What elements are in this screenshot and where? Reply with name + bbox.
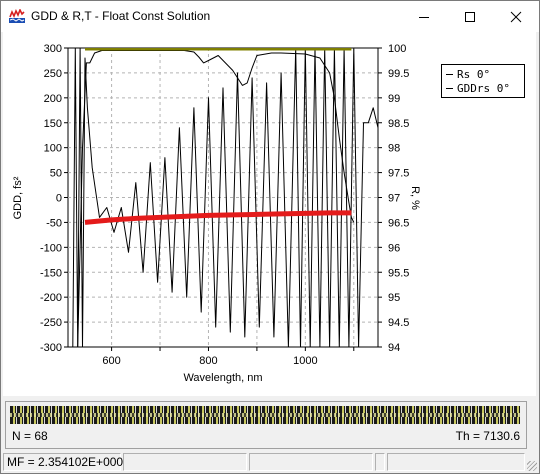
- y-tick-label-left: 200: [44, 93, 62, 105]
- legend-swatch: [446, 73, 453, 75]
- status-cell-2: [123, 453, 247, 471]
- legend-swatch: [446, 87, 453, 89]
- status-cell-5: [387, 453, 525, 471]
- y-tick-label-left: -100: [40, 242, 62, 254]
- y-tick-label-right: 94.5: [388, 317, 409, 329]
- close-button[interactable]: [493, 1, 539, 32]
- left-axis-ticks: 300 250 200 150 100 50 0 -50 -100 -150 -200 -250 -30…: [40, 43, 68, 354]
- app-window: GDD & R,T - Float Const Solution 300 250 2…: [0, 0, 540, 474]
- total-thickness: Th = 7130.6: [455, 429, 520, 443]
- legend-item-gddrs: GDDrs 0°: [446, 81, 510, 95]
- chart-legend: Rs 0° GDDrs 0°: [441, 64, 525, 98]
- maximize-button[interactable]: [447, 1, 493, 32]
- x-tick-label: 1000: [293, 355, 317, 367]
- y-tick-label-left: 250: [44, 68, 62, 80]
- x-tick-label: 800: [199, 355, 217, 367]
- right-axis-label: R, %: [409, 186, 421, 210]
- layer-structure-bar[interactable]: [10, 406, 520, 424]
- layer-count: N = 68: [12, 429, 48, 443]
- minimize-icon: [419, 16, 429, 18]
- y-tick-label-right: 95: [388, 292, 400, 304]
- y-tick-label-left: -250: [40, 317, 62, 329]
- y-tick-label-right: 98.5: [388, 118, 409, 130]
- maximize-icon: [465, 11, 475, 22]
- merit-function-value: MF = 2.354102E+000: [7, 455, 124, 469]
- y-tick-label-left: -50: [46, 217, 62, 229]
- left-axis-label: GDD, fs²: [12, 176, 24, 219]
- x-axis-label: Wavelength, nm: [183, 372, 262, 384]
- minimize-button[interactable]: [401, 1, 447, 32]
- y-tick-label-right: 96: [388, 242, 400, 254]
- y-tick-label-right: 99: [388, 93, 400, 105]
- y-tick-label-right: 97.5: [388, 168, 409, 180]
- y-tick-label-left: 100: [44, 143, 62, 155]
- layer-structure-panel: N = 68 Th = 7130.6: [5, 401, 527, 449]
- app-logo-icon: [9, 9, 25, 23]
- y-tick-label-right: 95.5: [388, 267, 409, 279]
- close-icon: [510, 11, 522, 22]
- title-bar: GDD & R,T - Float Const Solution: [1, 1, 539, 32]
- y-tick-label-right: 100: [388, 43, 406, 55]
- window-title: GDD & R,T - Float Const Solution: [31, 9, 211, 23]
- status-cell-4: [375, 453, 385, 471]
- status-bar: MF = 2.354102E+000: [1, 452, 539, 473]
- right-axis-ticks: 100 99.5 99 98.5 98 97.5 97 96.5 96 95.5 95 94.5 94: [378, 43, 409, 354]
- y-tick-label-left: 300: [44, 43, 62, 55]
- status-cell-mf: MF = 2.354102E+000: [3, 453, 124, 471]
- y-tick-label-right: 98: [388, 143, 400, 155]
- y-tick-label-right: 96.5: [388, 217, 409, 229]
- y-tick-label-right: 99.5: [388, 68, 409, 80]
- x-axis-ticks: 600 800 1000: [102, 347, 355, 367]
- y-tick-label-left: -200: [40, 292, 62, 304]
- y-tick-label-left: -150: [40, 267, 62, 279]
- x-tick-label: 600: [102, 355, 120, 367]
- legend-label: Rs 0°: [457, 67, 491, 81]
- status-cell-3: [249, 453, 373, 471]
- legend-item-rs: Rs 0°: [446, 67, 490, 81]
- y-tick-label-left: -300: [40, 342, 62, 354]
- y-tick-label-right: 94: [388, 342, 400, 354]
- y-tick-label-right: 97: [388, 193, 400, 205]
- y-tick-label-left: 50: [50, 168, 62, 180]
- legend-label: GDDrs 0°: [457, 81, 510, 95]
- y-tick-label-left: 150: [44, 118, 62, 130]
- y-tick-label-left: 0: [56, 193, 62, 205]
- chart-panel[interactable]: 300 250 200 150 100 50 0 -50 -100 -150 -200 -250 -30…: [3, 32, 536, 396]
- resize-grip-icon[interactable]: [527, 461, 537, 471]
